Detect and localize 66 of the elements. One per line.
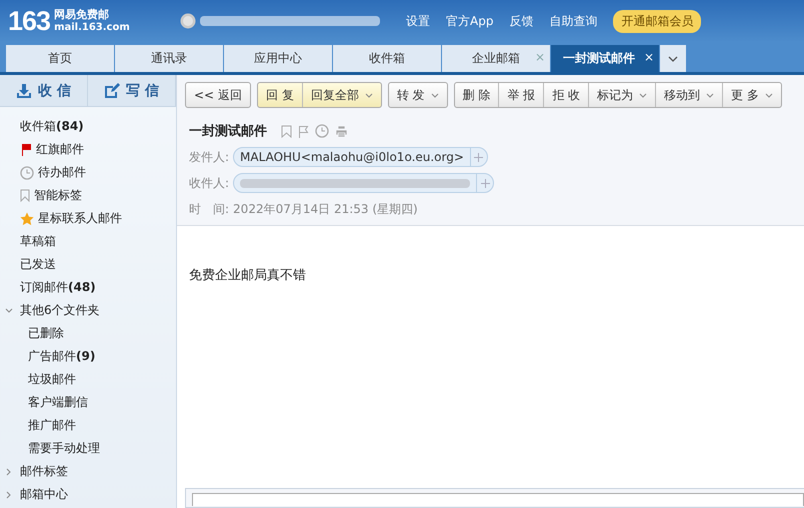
folder-item[interactable]: 已发送 xyxy=(0,253,176,276)
folder-item[interactable]: 其他6个文件夹 xyxy=(0,299,176,322)
toolbar-button[interactable]: 更 多 xyxy=(723,83,781,107)
tab[interactable]: 通讯录 xyxy=(115,45,223,72)
plus-icon[interactable] xyxy=(480,178,490,188)
toolbar-button[interactable]: 拒 收 xyxy=(544,83,590,107)
tab[interactable]: 一封测试邮件 × xyxy=(551,45,659,72)
tab[interactable]: 应用中心 xyxy=(224,45,332,72)
folder-item[interactable]: 红旗邮件 xyxy=(0,138,176,161)
folder-item[interactable]: 智能标签 xyxy=(0,184,176,207)
folder-item[interactable]: 需要手动处理 xyxy=(0,437,176,460)
header-link[interactable]: 设置 xyxy=(406,12,430,30)
toolbar-button[interactable]: 标记为 xyxy=(589,83,656,107)
receive-button[interactable]: 收 信 xyxy=(0,75,88,106)
mail-body-text: 免费企业邮局真不错 xyxy=(189,267,307,284)
download-icon xyxy=(16,82,32,98)
folder-item[interactable]: 广告邮件(9) xyxy=(0,345,176,368)
header-link[interactable]: 反馈 xyxy=(509,12,534,30)
tab[interactable]: 收件箱 xyxy=(333,45,441,72)
folder-item[interactable]: 垃圾邮件 xyxy=(0,368,176,391)
print-icon[interactable] xyxy=(335,124,348,138)
recipient-label: 收件人: xyxy=(189,174,230,192)
bookmark-icon[interactable] xyxy=(281,124,292,138)
toolbar-button[interactable]: 转 发 xyxy=(388,83,447,107)
sender-label: 发件人: xyxy=(189,148,230,166)
close-icon[interactable]: × xyxy=(644,50,654,64)
vip-button[interactable]: 开通邮箱会员 xyxy=(613,10,702,32)
star-icon xyxy=(20,212,34,226)
folder-item[interactable]: 星标联系人邮件 xyxy=(0,207,176,230)
clock-icon[interactable] xyxy=(315,124,329,138)
toolbar-button[interactable]: << 返回 xyxy=(186,83,250,107)
time-label: 时 间: xyxy=(189,200,230,218)
logo-domain: mail.163.com xyxy=(54,21,130,34)
folder-item[interactable]: 邮件标签 xyxy=(0,460,176,483)
folder-item[interactable]: 待办邮件 xyxy=(0,161,176,184)
folder-item[interactable]: 推广邮件 xyxy=(0,414,176,437)
tab-menu-button[interactable] xyxy=(660,45,686,72)
flag-icon xyxy=(20,143,32,156)
folder-item[interactable]: 邮箱中心 xyxy=(0,483,176,506)
tab[interactable]: 企业邮箱 × xyxy=(442,45,550,72)
toolbar-button[interactable]: 移动到 xyxy=(656,83,724,107)
folder-item[interactable]: 收件箱(84) xyxy=(0,115,176,138)
compose-button[interactable]: 写 信 xyxy=(88,75,176,106)
tab[interactable]: 首页 xyxy=(6,45,114,72)
clock-icon xyxy=(20,166,34,180)
coin-icon xyxy=(180,13,196,29)
bookmark-icon xyxy=(20,189,30,202)
mail-subject: 一封测试邮件 xyxy=(189,123,267,140)
header-link[interactable]: 官方App xyxy=(446,12,494,30)
flag-icon[interactable] xyxy=(298,124,309,138)
toolbar-button[interactable]: 回复全部 xyxy=(302,83,381,107)
edit-icon xyxy=(104,82,120,98)
logo-number: 163 xyxy=(8,6,50,36)
toolbar-button[interactable]: 回 复 xyxy=(258,83,303,107)
folder-item[interactable]: 草稿箱 xyxy=(0,230,176,253)
plus-icon[interactable] xyxy=(474,152,484,162)
toolbar-button[interactable]: 举 报 xyxy=(499,83,544,107)
folder-item[interactable]: 订阅邮件(48) xyxy=(0,276,176,299)
chevron-icon xyxy=(668,56,678,62)
logo-name: 网易免费邮 xyxy=(54,8,110,21)
toolbar-button[interactable]: 删 除 xyxy=(454,83,500,107)
folder-item[interactable]: 客户端删信 xyxy=(0,391,176,414)
header-link[interactable]: 自助查询 xyxy=(549,12,598,30)
reply-field[interactable] xyxy=(192,493,804,506)
folder-item[interactable]: 已删除 xyxy=(0,322,176,345)
sent-time: 2022年07月14日 21:53 (星期四) xyxy=(233,200,418,218)
